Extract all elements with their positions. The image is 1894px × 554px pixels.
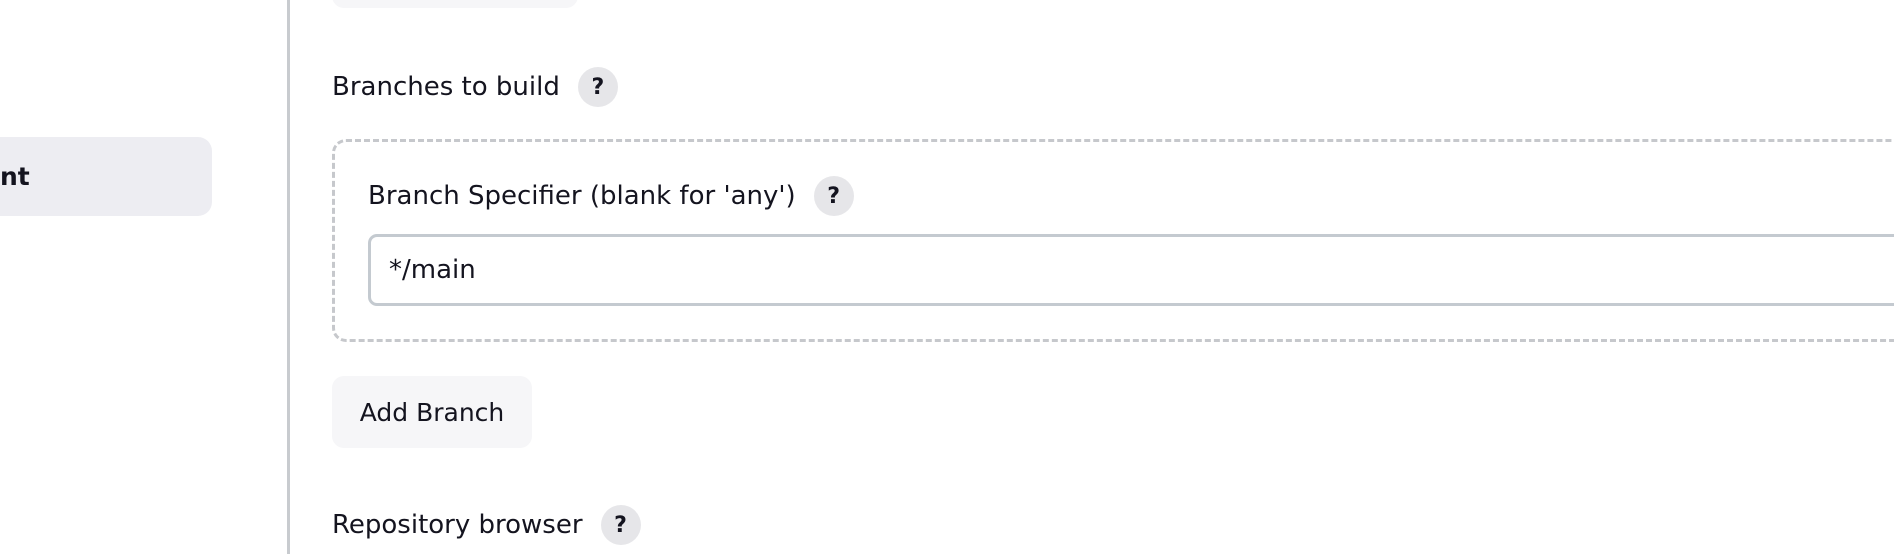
branches-to-build-heading: Branches to build ?: [332, 67, 618, 107]
branch-specifier-heading: Branch Specifier (blank for 'any') ?: [368, 176, 854, 216]
add-branch-button[interactable]: Add Branch: [332, 376, 532, 448]
previous-field-button[interactable]: [332, 0, 578, 8]
repository-browser-help-icon[interactable]: ?: [600, 505, 641, 545]
branch-specifier-help-icon[interactable]: ?: [813, 176, 854, 216]
branches-help-icon[interactable]: ?: [577, 67, 618, 107]
branch-specifier-label: Branch Specifier (blank for 'any'): [368, 181, 796, 211]
branch-specifier-input[interactable]: [368, 234, 1894, 306]
repository-browser-label: Repository browser: [332, 510, 583, 540]
sidebar-item-active[interactable]: nt: [0, 137, 212, 216]
config-page: nt Branches to build ? Branch Specifier …: [0, 0, 1894, 554]
sidebar: nt: [0, 0, 290, 554]
sidebar-divider: [287, 0, 290, 554]
sidebar-item-label: nt: [0, 162, 30, 191]
repository-browser-heading: Repository browser ?: [332, 505, 641, 545]
branches-to-build-label: Branches to build: [332, 72, 560, 102]
